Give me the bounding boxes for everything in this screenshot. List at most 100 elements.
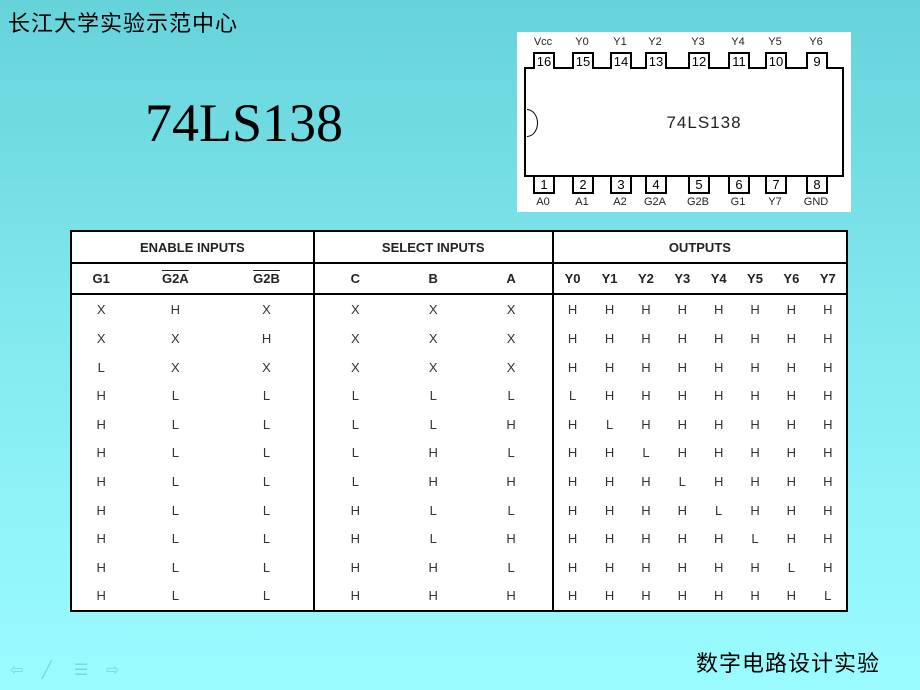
chip-body: 74LS138 [524,67,844,177]
pin-label: A1 [575,196,589,208]
table-cell: X [96,331,106,347]
chip-name: 74LS138 [666,113,742,132]
table-cell: X [470,353,554,382]
table-cell: H [677,388,687,404]
table-cell: H [567,331,578,347]
table-cell: H [750,588,760,604]
table-cell: H [750,302,760,318]
table-cell: H [641,416,651,432]
column-header: G1 [72,263,131,295]
forward-arrow-icon[interactable]: ⇨ [106,660,119,680]
table-cell: L [220,495,315,525]
pin-number: 10 [765,52,787,69]
table-cell: L [429,502,437,518]
table-cell: H [641,502,651,518]
table-cell: H [428,473,438,489]
table-cell: H [750,502,760,518]
table-cell: H [786,416,797,432]
table-cell: H [750,388,760,404]
table-row: HLLHHLHHHHHHLH [72,552,846,582]
pen-icon[interactable]: ╱ [42,660,52,680]
table-cell: H [677,302,687,318]
table-cell: H [604,331,615,347]
table-cell: H [641,331,651,347]
table-cell: L [171,473,179,489]
table-row: HLLHLLHHHHLHHH [72,495,846,525]
table-cell: L [220,467,315,496]
pin-number: 8 [806,177,828,194]
table-cell: H [604,388,615,404]
pin-label: Y0 [575,36,589,48]
table-cell: H [677,588,687,604]
menu-icon[interactable]: ☰ [74,660,88,680]
pin-number: 7 [765,177,787,194]
table-cell: H [823,473,833,489]
table-cell: H [567,302,578,318]
table-cell: X [220,294,315,325]
group-header: SELECT INPUTS [313,232,554,264]
table-cell: H [713,416,724,432]
table-cell: H [823,531,833,547]
table-cell: H [641,531,651,547]
back-arrow-icon[interactable]: ⇦ [10,660,23,680]
table-cell: H [470,581,554,610]
table-cell: L [351,388,359,404]
pin-label: G1 [730,196,746,208]
table-cell: H [470,410,554,439]
slide-header: 长江大学实验示范中心 [8,12,239,37]
table-cell: X [428,359,438,375]
table-cell: H [567,531,578,547]
pin-number: 1 [533,177,555,194]
table-cell: H [786,331,797,347]
table-cell: L [220,552,315,582]
table-cell: H [713,531,724,547]
table-cell: H [823,388,833,404]
pin-label: Vcc [533,36,553,48]
table-cell: H [823,502,833,518]
table-cell: H [823,302,833,318]
column-header: Y3 [664,263,701,295]
column-header: Y2 [627,263,665,295]
pin-number: 11 [728,52,750,69]
table-cell: L [220,524,315,553]
table-cell: H [713,445,724,461]
table-cell: L [470,495,554,525]
table-cell: H [750,445,760,461]
table-cell: H [567,502,578,518]
table-cell: H [96,588,106,604]
table-cell: H [428,445,438,461]
table-cell: L [470,381,554,411]
column-header: Y0 [552,263,592,295]
column-header-row: G1 G2A G2B C B A Y0 Y1 Y2 Y3 Y4 Y5 Y6 Y7 [72,263,846,295]
table-cell: H [604,588,615,604]
table-cell: H [823,416,833,432]
table-cell: H [786,388,797,404]
table-cell: H [677,531,687,547]
table-cell: X [428,302,438,318]
table-cell: L [787,559,795,575]
table-cell: H [604,359,615,375]
table-cell: L [171,445,179,461]
table-cell: H [567,473,578,489]
table-cell: H [750,559,760,575]
table-cell: L [642,445,650,461]
slide-footer: 数字电路设计实验 [695,652,880,677]
pin-label: Y1 [613,36,627,48]
table-cell: L [171,502,179,518]
table-cell: L [429,416,437,432]
pin-number: 16 [533,52,555,69]
table-cell: H [677,416,687,432]
table-cell: H [350,559,361,575]
table-cell: H [786,445,797,461]
table-cell: H [567,416,578,432]
table-cell: H [823,559,833,575]
pin-label: Y3 [691,36,705,48]
table-cell: X [171,331,180,347]
pin-label: Y5 [768,36,782,48]
table-row: HLLLLLLHHHHHHH [72,381,846,411]
table-cell: H [677,331,687,347]
pin-label: G2B [686,196,709,208]
table-cell: L [171,388,179,404]
pin-label: A2 [613,196,627,208]
table-cell: H [786,302,797,318]
